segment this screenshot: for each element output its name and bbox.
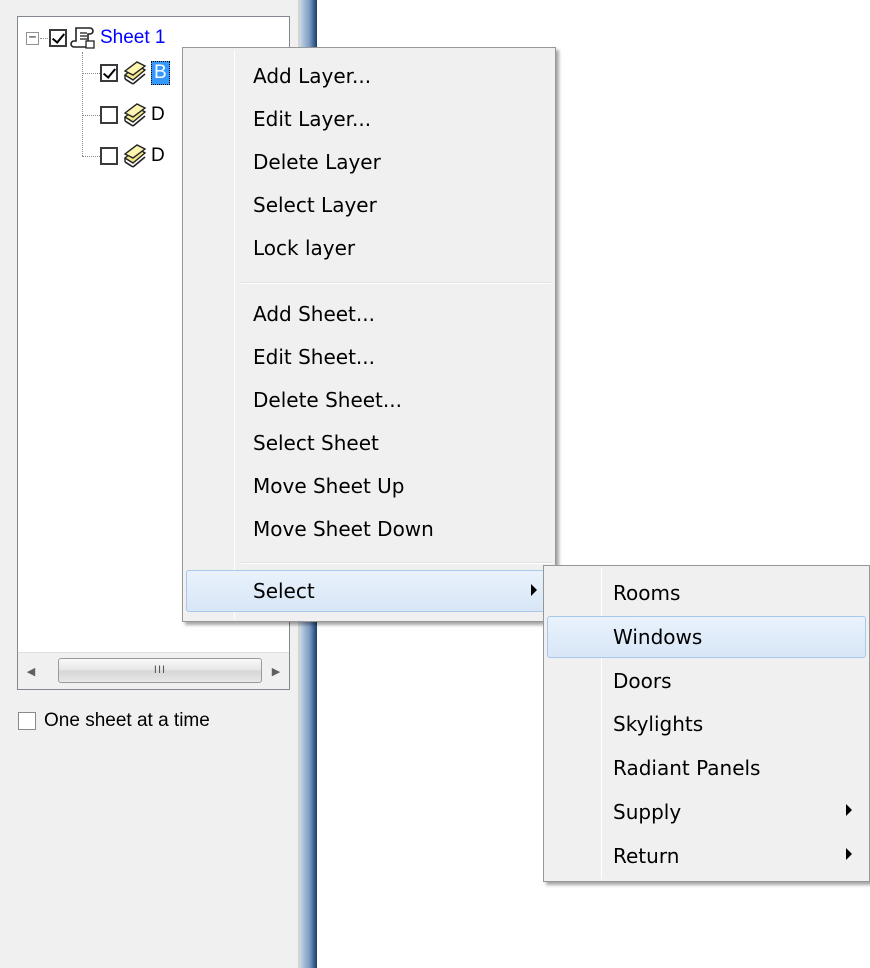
menu-item-label: Edit Sheet... — [253, 345, 375, 369]
menu-item-label: Windows — [613, 625, 703, 649]
layer-visibility-checkbox[interactable] — [100, 147, 118, 165]
menu-item-move-sheet-up[interactable]: Move Sheet Up — [186, 465, 552, 507]
sheet-scroll-icon — [70, 27, 95, 49]
layer-visibility-checkbox[interactable] — [100, 64, 118, 82]
menu-item-label: Edit Layer... — [253, 107, 372, 131]
submenu-item-supply[interactable]: Supply — [547, 791, 866, 833]
sheet-visibility-checkbox[interactable] — [49, 29, 67, 47]
menu-item-label: Select — [253, 579, 315, 603]
menu-item-add-layer[interactable]: Add Layer... — [186, 55, 552, 97]
menu-item-select[interactable]: Select — [186, 570, 552, 612]
collapse-toggle-icon[interactable]: − — [26, 31, 39, 45]
menu-item-label: Move Sheet Up — [253, 474, 405, 498]
submenu-arrow-icon — [531, 584, 537, 596]
tree-item-layer[interactable]: D — [100, 143, 165, 169]
submenu-item-return[interactable]: Return — [547, 835, 866, 877]
menu-item-label: Move Sheet Down — [253, 517, 434, 541]
submenu-arrow-icon — [846, 848, 852, 860]
menu-separator — [241, 282, 551, 284]
layer-label[interactable]: B — [151, 61, 170, 85]
scroll-left-arrow-icon[interactable]: ◀ — [21, 661, 41, 683]
scroll-thumb[interactable]: III — [58, 658, 262, 683]
sheet-label[interactable]: Sheet 1 — [100, 27, 166, 49]
layer-visibility-checkbox[interactable] — [100, 106, 118, 124]
menu-item-label: Skylights — [613, 712, 704, 736]
menu-item-label: Add Sheet... — [253, 302, 375, 326]
select-submenu: Rooms Windows Doors Skylights Radiant Pa… — [543, 565, 870, 882]
menu-separator — [241, 562, 551, 564]
tree-connector-line — [82, 156, 100, 157]
menu-item-label: Lock layer — [253, 236, 356, 260]
layer-label[interactable]: D — [151, 145, 165, 167]
window-root: − Sheet 1 B D D ◀ III ▶ One sheet at a t… — [0, 0, 870, 968]
menu-item-delete-sheet[interactable]: Delete Sheet... — [186, 379, 552, 421]
menu-item-lock-layer[interactable]: Lock layer — [186, 227, 552, 269]
layer-label[interactable]: D — [151, 104, 165, 126]
menu-item-select-sheet[interactable]: Select Sheet — [186, 422, 552, 464]
menu-item-delete-layer[interactable]: Delete Layer — [186, 141, 552, 183]
context-menu: Add Layer... Edit Layer... Delete Layer … — [182, 47, 556, 622]
scroll-right-arrow-icon[interactable]: ▶ — [266, 661, 286, 683]
menu-item-edit-sheet[interactable]: Edit Sheet... — [186, 336, 552, 378]
menu-item-label: Select Layer — [253, 193, 377, 217]
menu-item-label: Radiant Panels — [613, 756, 761, 780]
menu-item-label: Supply — [613, 800, 682, 824]
menu-item-label: Delete Layer — [253, 150, 381, 174]
one-sheet-label: One sheet at a time — [44, 710, 210, 731]
tree-item-sheet[interactable]: − Sheet 1 — [26, 25, 166, 51]
submenu-arrow-icon — [846, 804, 852, 816]
horizontal-scrollbar[interactable]: ◀ III ▶ — [18, 652, 289, 689]
submenu-item-rooms[interactable]: Rooms — [547, 572, 866, 614]
menu-item-label: Add Layer... — [253, 64, 372, 88]
one-sheet-checkbox[interactable] — [18, 712, 36, 730]
menu-item-label: Rooms — [613, 581, 681, 605]
layer-stack-icon — [123, 61, 147, 85]
tree-connector-line — [82, 73, 100, 74]
submenu-item-skylights[interactable]: Skylights — [547, 703, 866, 745]
tree-item-layer[interactable]: D — [100, 102, 165, 128]
tree-connector-line — [40, 37, 48, 39]
tree-item-layer[interactable]: B — [100, 60, 170, 86]
submenu-item-doors[interactable]: Doors — [547, 660, 866, 702]
menu-item-label: Delete Sheet... — [253, 388, 402, 412]
menu-item-label: Doors — [613, 669, 672, 693]
menu-item-edit-layer[interactable]: Edit Layer... — [186, 98, 552, 140]
menu-item-add-sheet[interactable]: Add Sheet... — [186, 293, 552, 335]
menu-item-label: Return — [613, 844, 680, 868]
submenu-item-windows[interactable]: Windows — [547, 616, 866, 658]
submenu-item-radiant-panels[interactable]: Radiant Panels — [547, 747, 866, 789]
menu-item-label: Select Sheet — [253, 431, 379, 455]
menu-item-select-layer[interactable]: Select Layer — [186, 184, 552, 226]
layer-stack-icon — [123, 103, 147, 127]
tree-connector-line — [82, 52, 83, 156]
menu-item-move-sheet-down[interactable]: Move Sheet Down — [186, 508, 552, 550]
tree-connector-line — [82, 115, 100, 116]
layer-stack-icon — [123, 144, 147, 168]
one-sheet-option[interactable]: One sheet at a time — [18, 710, 210, 732]
